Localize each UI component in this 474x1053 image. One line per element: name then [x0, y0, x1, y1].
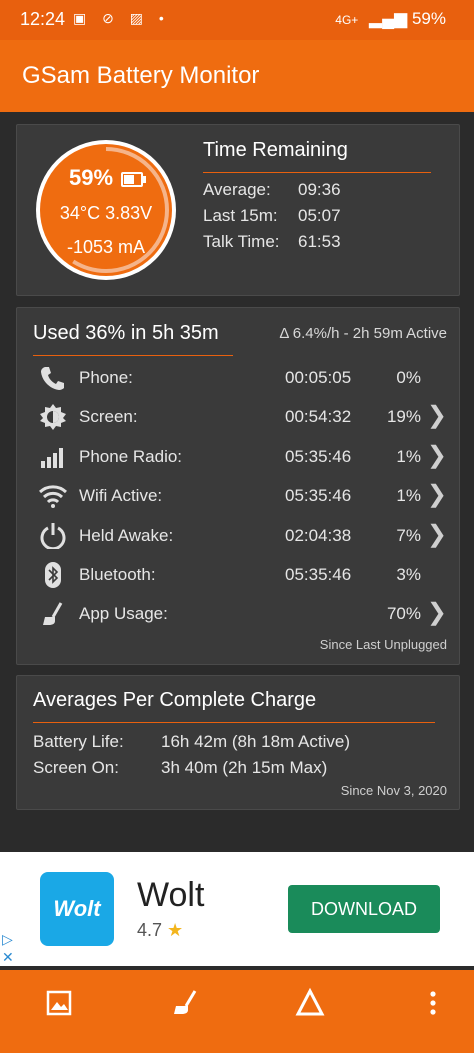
image-icon[interactable] — [42, 986, 76, 1020]
ad-banner[interactable]: Wolt Wolt 4.7 ★ DOWNLOAD ▷ ✕ — [0, 852, 474, 966]
usage-label: Phone: — [79, 368, 133, 387]
usage-row-phone-radio[interactable]: Phone Radio: 05:35:46 1% ❯ — [17, 439, 459, 475]
usage-row-held-awake[interactable]: Held Awake: 02:04:38 7% ❯ — [17, 518, 459, 554]
delta-icon[interactable] — [293, 986, 327, 1020]
bluetooth-icon — [39, 562, 67, 588]
usage-duration: 05:35:46 — [285, 486, 352, 505]
row-value: 16h 42m (8h 18m Active) — [161, 732, 350, 751]
chevron-right-icon[interactable]: ❯ — [427, 601, 447, 625]
usage-percent: 3% — [396, 565, 421, 584]
usage-duration: 00:54:32 — [285, 407, 352, 426]
ad-rating: 4.7 ★ — [137, 920, 183, 941]
usage-label: Bluetooth: — [79, 565, 156, 584]
ad-rating-value: 4.7 — [137, 920, 163, 940]
averages-title: Averages Per Complete Charge — [33, 689, 317, 711]
network-indicator: 4G+ — [335, 13, 359, 27]
battery-summary-card[interactable]: 59% 34°C 3.83V -1053 mA Time Remaining A… — [16, 124, 460, 296]
usage-percent: 0% — [396, 368, 421, 387]
row-value: 3h 40m (2h 15m Max) — [161, 758, 328, 777]
usage-percent: 1% — [396, 486, 421, 505]
usage-percent: 1% — [396, 447, 421, 466]
divider — [203, 172, 431, 173]
row-label: Battery Life: — [33, 732, 124, 751]
usage-title: Used 36% in 5h 35m — [33, 322, 219, 344]
battery-percent-value: 59% — [68, 165, 114, 190]
power-icon — [39, 523, 67, 551]
status-right: 4G+ ▂▄▆ 59% — [335, 9, 446, 29]
usage-duration: 05:35:46 — [285, 447, 352, 466]
usage-label: Wifi Active: — [79, 486, 163, 505]
temp-voltage: 34°C 3.83V — [59, 203, 153, 223]
usage-duration: 05:35:46 — [285, 565, 352, 584]
chevron-right-icon[interactable]: ❯ — [427, 523, 447, 547]
app-usage-icon[interactable] — [168, 986, 202, 1020]
more-options-icon[interactable] — [416, 986, 450, 1020]
usage-percent: 70% — [386, 604, 421, 623]
since-label: Since Last Unplugged — [319, 637, 447, 652]
status-battery: 59% — [411, 9, 446, 28]
usage-label: App Usage: — [79, 604, 168, 623]
row-label: Talk Time: — [203, 232, 280, 251]
time-remaining-row: Last 15m: 05:07 — [203, 206, 341, 226]
row-value: 61:53 — [298, 232, 341, 251]
usage-rate: Δ 6.4%/h - 2h 59m Active — [279, 325, 447, 342]
usage-row-wifi[interactable]: Wifi Active: 05:35:46 1% ❯ — [17, 478, 459, 514]
system-nav-bar — [0, 1034, 474, 1053]
usage-duration: 02:04:38 — [285, 526, 352, 545]
battery-icon — [121, 171, 147, 187]
averages-row: Screen On: 3h 40m (2h 15m Max) — [33, 758, 327, 778]
app-usage-icon — [39, 601, 67, 627]
divider — [33, 355, 233, 356]
ad-logo[interactable]: Wolt — [40, 872, 114, 946]
wifi-icon — [38, 483, 68, 509]
battery-gauge[interactable]: 59% 34°C 3.83V -1053 mA — [33, 137, 179, 283]
row-label: Last 15m: — [203, 206, 278, 225]
usage-row-screen[interactable]: Screen: 00:54:32 19% ❯ — [17, 399, 459, 435]
app-bar: GSam Battery Monitor — [0, 40, 474, 112]
usage-row-phone[interactable]: Phone: 00:05:05 0% — [17, 360, 459, 396]
row-label: Screen On: — [33, 758, 119, 777]
time-remaining-row: Average: 09:36 — [203, 180, 341, 200]
usage-row-bluetooth[interactable]: Bluetooth: 05:35:46 3% — [17, 557, 459, 593]
usage-duration: 00:05:05 — [285, 368, 352, 387]
row-value: 09:36 — [298, 180, 341, 199]
row-value: 05:07 — [298, 206, 341, 225]
status-time: 12:24 — [20, 9, 66, 29]
status-bar: 12:24 ▣ ⊘ ▨ • 4G+ ▂▄▆ 59% — [0, 0, 474, 40]
chevron-right-icon[interactable]: ❯ — [427, 444, 447, 468]
adchoices-icon[interactable]: ▷ ✕ — [2, 930, 20, 966]
usage-percent: 7% — [396, 526, 421, 545]
averages-row: Battery Life: 16h 42m (8h 18m Active) — [33, 732, 350, 752]
usage-card: Used 36% in 5h 35m Δ 6.4%/h - 2h 59m Act… — [16, 307, 460, 665]
ad-download-button[interactable]: DOWNLOAD — [288, 885, 440, 933]
time-remaining-row: Talk Time: 61:53 — [203, 232, 341, 252]
ad-title[interactable]: Wolt — [137, 876, 204, 915]
since-label: Since Nov 3, 2020 — [340, 783, 447, 798]
chevron-right-icon[interactable]: ❯ — [427, 483, 447, 507]
phone-icon — [39, 365, 67, 391]
usage-label: Phone Radio: — [79, 447, 183, 466]
battery-percent: 59% — [33, 165, 179, 191]
usage-percent: 19% — [386, 407, 421, 426]
averages-card: Averages Per Complete Charge Battery Lif… — [16, 675, 460, 810]
usage-label: Screen: — [79, 407, 138, 426]
star-icon: ★ — [167, 920, 184, 940]
bottom-action-bar — [0, 970, 474, 1034]
row-label: Average: — [203, 180, 271, 199]
usage-row-app-usage[interactable]: App Usage: 70% ❯ — [17, 596, 459, 632]
current-draw: -1053 mA — [66, 237, 146, 257]
notification-icons: ▣ ⊘ ▨ • — [73, 10, 170, 26]
brightness-icon — [39, 404, 67, 430]
time-remaining-title: Time Remaining — [203, 139, 348, 161]
divider — [33, 722, 435, 723]
signal-icon — [39, 444, 67, 470]
signal-status-icon: ▂▄▆ — [369, 9, 408, 28]
chevron-right-icon[interactable]: ❯ — [427, 404, 447, 428]
usage-label: Held Awake: — [79, 526, 174, 545]
app-title: GSam Battery Monitor — [22, 62, 260, 89]
